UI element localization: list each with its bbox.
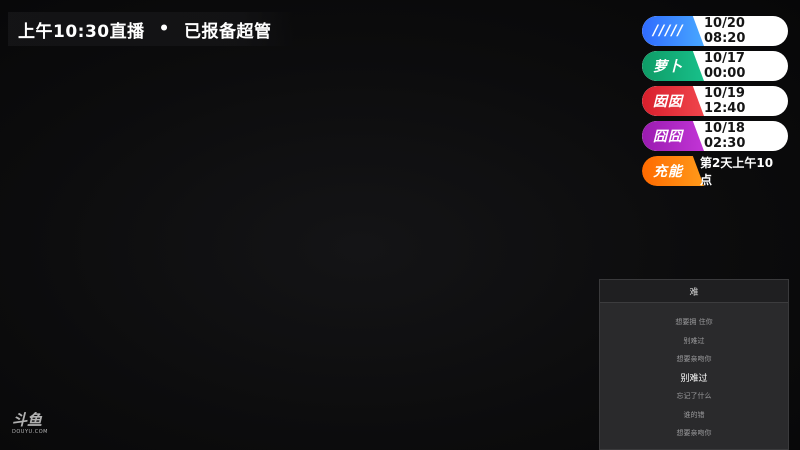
lyric-line: 想要亲吻你 <box>676 355 712 364</box>
lyrics-song-title: 难 <box>600 280 788 303</box>
lyric-line: 忘记了什么 <box>676 392 712 401</box>
stream-status-text: 已报备超管 <box>184 21 272 42</box>
schedule-badge: ///// <box>642 16 704 46</box>
stream-info-banner: 上午10:30直播 • 已报备超管 <box>8 12 294 46</box>
schedule-badge: 囧囧 <box>642 121 704 151</box>
lyric-line: 别难过 <box>680 374 708 385</box>
schedule-item: 囡囡 10/19 12:40 <box>642 86 788 116</box>
lyric-line: 想要亲吻你 <box>676 429 712 438</box>
schedule-time: 10/20 08:20 <box>704 16 746 46</box>
schedule-item: ///// 10/20 08:20 <box>642 16 788 46</box>
lyrics-panel: 难 想要拥 住你 别难过 想要亲吻你 别难过 忘记了什么 谁的错 想要亲吻你 <box>599 279 789 450</box>
schedule-badge: 充能 <box>642 156 704 186</box>
video-stage[interactable]: 上午10:30直播 • 已报备超管 ///// 10/20 08:20 萝卜 1… <box>0 0 800 450</box>
separator-dot: • <box>158 19 170 39</box>
lyric-line: 谁的错 <box>683 410 705 419</box>
douyu-logo-text: 斗鱼 <box>12 411 43 429</box>
stream-time-text: 上午10:30直播 <box>18 21 145 42</box>
schedule-time: 第2天上午10点 <box>700 156 774 186</box>
lyric-line: 想要拥 住你 <box>675 318 713 327</box>
schedule-time: 10/17 00:00 <box>704 51 746 81</box>
schedule-badge: 萝卜 <box>642 51 704 81</box>
schedule-badge: 囡囡 <box>642 86 704 116</box>
lyrics-lines: 想要拥 住你 别难过 想要亲吻你 别难过 忘记了什么 谁的错 想要亲吻你 <box>600 303 788 443</box>
schedule-item: 萝卜 10/17 00:00 <box>642 51 788 81</box>
schedule-time: 10/19 12:40 <box>704 86 746 116</box>
douyu-logo-domain: DOUYU.COM <box>12 429 48 435</box>
schedule-item: 囧囧 10/18 02:30 <box>642 121 788 151</box>
douyu-logo: 斗鱼 DOUYU.COM <box>12 412 48 435</box>
lyric-line: 别难过 <box>683 336 705 345</box>
schedule-item: 充能 第2天上午10点 <box>642 156 788 186</box>
schedule-list: ///// 10/20 08:20 萝卜 10/17 00:00 囡囡 10/1… <box>642 16 788 186</box>
schedule-time: 10/18 02:30 <box>704 121 746 151</box>
